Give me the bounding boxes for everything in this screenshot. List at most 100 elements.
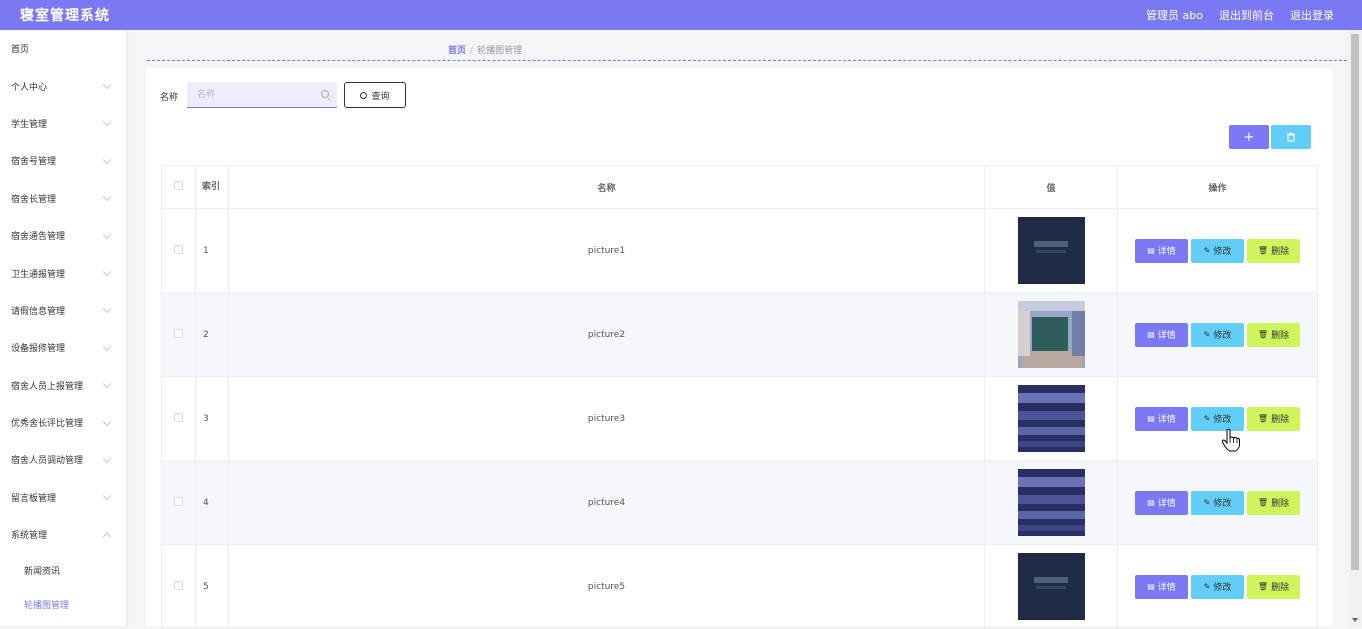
chevron-down-icon <box>102 80 112 90</box>
current-user[interactable]: 管理员 abo <box>1146 7 1203 23</box>
row-checkbox[interactable] <box>174 580 183 590</box>
thumbnail-image[interactable] <box>1017 469 1085 536</box>
delete-button[interactable]: 🗑 删除 <box>1247 238 1300 263</box>
edit-button[interactable]: ✎ 修改 <box>1191 574 1244 599</box>
sidebar-item-member-transfers[interactable]: 宿舍人员调动管理 <box>0 441 126 478</box>
sidebar-item-label: 个人中心 <box>11 82 48 93</box>
table-row: 2 picture2 ▤ 详情 ✎ 修改 🗑 删除 <box>161 292 1318 377</box>
sidebar-item-member-reports[interactable]: 宿舍人员上报管理 <box>0 367 126 404</box>
sidebar-item-hygiene-reports[interactable]: 卫生通报管理 <box>0 254 126 291</box>
query-button[interactable]: 查询 <box>344 82 406 108</box>
sidebar-item-dorm-notices[interactable]: 宿舍通告管理 <box>0 217 126 254</box>
exit-to-front-link[interactable]: 退出到前台 <box>1219 7 1274 23</box>
header-index: 索引 <box>195 165 229 209</box>
document-icon: ▤ <box>1147 246 1155 255</box>
row-checkbox[interactable] <box>174 244 183 254</box>
row-index: 3 <box>195 376 229 461</box>
edit-button-label: 修改 <box>1213 247 1232 257</box>
sidebar-item-message-board[interactable]: 留言板管理 <box>0 479 126 516</box>
hand-cursor-icon <box>1221 428 1240 452</box>
chevron-down-icon <box>102 491 112 501</box>
edit-button-label: 修改 <box>1213 583 1232 593</box>
table-header-row: 索引 名称 值 操作 <box>161 165 1318 209</box>
breadcrumb: 首页 / 轮播图管理 <box>448 43 522 56</box>
pencil-icon: ✎ <box>1203 498 1211 507</box>
sidebar-item-label: 留言板管理 <box>11 493 57 504</box>
row-value <box>984 376 1118 461</box>
chevron-up-icon <box>102 532 112 541</box>
sidebar-item-home[interactable]: 首页 <box>0 30 126 67</box>
breadcrumb-home[interactable]: 首页 <box>448 46 466 56</box>
sidebar-item-label: 优秀舍长评比管理 <box>11 419 84 430</box>
logout-link[interactable]: 退出登录 <box>1290 7 1334 23</box>
header-name: 名称 <box>228 165 985 209</box>
edit-button[interactable]: ✎ 修改 <box>1191 238 1244 263</box>
delete-button[interactable]: 🗑 删除 <box>1247 406 1300 431</box>
thumbnail-image[interactable] <box>1017 553 1085 620</box>
detail-button[interactable]: ▤ 详情 <box>1135 238 1188 263</box>
sidebar-item-students[interactable]: 学生管理 <box>0 105 126 142</box>
edit-button-label: 修改 <box>1213 415 1232 425</box>
sidebar-item-label: 宿舍长管理 <box>11 194 57 205</box>
detail-button-label: 详情 <box>1157 331 1176 341</box>
sidebar-item-dorm-heads[interactable]: 宿舍长管理 <box>0 180 126 217</box>
row-select-cell <box>161 292 196 377</box>
sidebar-item-head-evaluations[interactable]: 优秀舍长评比管理 <box>0 404 126 441</box>
detail-button[interactable]: ▤ 详情 <box>1135 574 1188 599</box>
scroll-down-arrow-icon[interactable] <box>1352 618 1358 622</box>
thumbnail-image[interactable] <box>1017 385 1085 452</box>
table-row: 5 picture5 ▤ 详情 ✎ 修改 🗑 删除 <box>161 544 1318 629</box>
detail-button[interactable]: ▤ 详情 <box>1135 406 1188 431</box>
thumbnail-image[interactable] <box>1017 217 1085 284</box>
sidebar-item-label: 学生管理 <box>11 119 48 130</box>
sidebar-item-leave-requests[interactable]: 请假信息管理 <box>0 292 126 329</box>
delete-button[interactable]: 🗑 删除 <box>1247 322 1300 347</box>
sidebar-item-label: 首页 <box>11 45 30 56</box>
sidebar-item-system[interactable]: 系统管理 <box>0 516 126 553</box>
header-actions: 操作 <box>1117 165 1318 209</box>
edit-button[interactable]: ✎ 修改 <box>1191 490 1244 515</box>
scrollbar-thumb[interactable] <box>1351 34 1359 570</box>
chevron-down-icon <box>102 267 112 277</box>
document-icon: ▤ <box>1147 498 1155 507</box>
trash-icon: 🗑 <box>1257 582 1269 591</box>
thumbnail-image[interactable] <box>1017 301 1085 368</box>
bulk-delete-button[interactable] <box>1271 125 1311 149</box>
query-button-label: 查询 <box>371 91 390 102</box>
chevron-down-icon <box>102 118 112 127</box>
row-value <box>984 208 1118 293</box>
row-checkbox[interactable] <box>174 496 183 506</box>
detail-button-label: 详情 <box>1157 415 1176 425</box>
delete-button-label: 删除 <box>1271 583 1290 593</box>
sidebar-item-personal-center[interactable]: 个人中心 <box>0 67 126 104</box>
row-select-cell <box>161 208 196 293</box>
row-actions: ▤ 详情 ✎ 修改 🗑 删除 <box>1117 208 1318 293</box>
delete-button[interactable]: 🗑 删除 <box>1247 490 1300 515</box>
sidebar-subitem-carousel[interactable]: 轮播图管理 <box>0 587 126 621</box>
page-scrollbar[interactable] <box>1348 30 1362 626</box>
delete-button-label: 删除 <box>1271 415 1290 425</box>
sidebar-item-label: 宿舍号管理 <box>11 157 57 168</box>
detail-button[interactable]: ▤ 详情 <box>1135 322 1188 347</box>
row-checkbox[interactable] <box>174 328 183 338</box>
row-select-cell <box>161 460 196 545</box>
trash-icon: 🗑 <box>1257 246 1269 255</box>
header-value: 值 <box>984 165 1118 209</box>
sidebar-item-dorm-numbers[interactable]: 宿舍号管理 <box>0 142 126 179</box>
select-all-checkbox[interactable] <box>174 181 183 190</box>
chevron-down-icon <box>102 155 112 164</box>
sidebar-subitem-news[interactable]: 新闻资讯 <box>0 553 126 587</box>
edit-button[interactable]: ✎ 修改 <box>1191 406 1244 431</box>
row-actions: ▤ 详情 ✎ 修改 🗑 删除 <box>1117 544 1318 629</box>
sidebar-item-label: 卫生通报管理 <box>11 269 66 280</box>
edit-button[interactable]: ✎ 修改 <box>1191 322 1244 347</box>
row-checkbox[interactable] <box>174 412 183 422</box>
detail-button[interactable]: ▤ 详情 <box>1135 490 1188 515</box>
sidebar-item-equipment-repairs[interactable]: 设备报修管理 <box>0 329 126 366</box>
search-label: 名称 <box>160 93 179 103</box>
document-icon: ▤ <box>1147 414 1155 423</box>
row-index: 4 <box>195 460 229 545</box>
add-button[interactable]: + <box>1229 125 1269 149</box>
delete-button[interactable]: 🗑 删除 <box>1247 574 1300 599</box>
search-input[interactable] <box>187 82 337 108</box>
